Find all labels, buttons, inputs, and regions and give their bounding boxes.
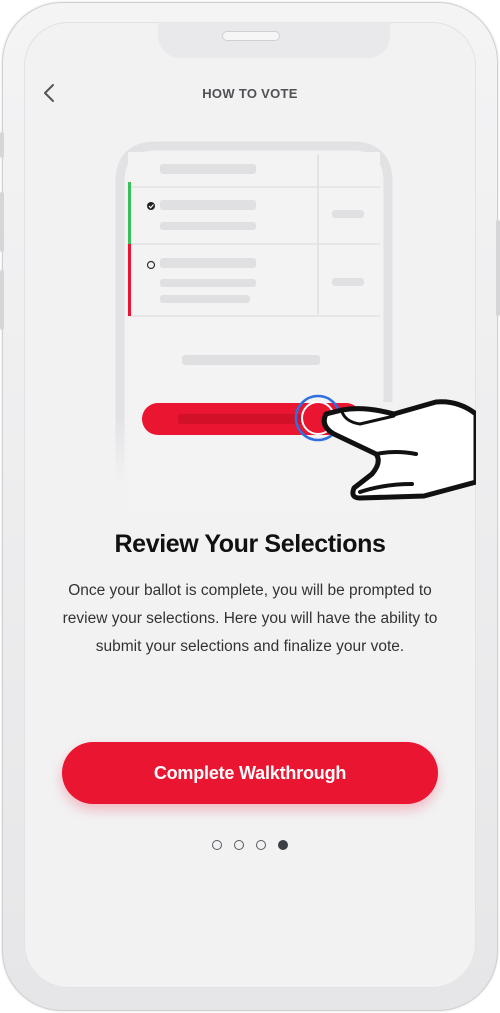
reject-indicator bbox=[128, 244, 131, 316]
slide-heading: Review Your Selections bbox=[114, 530, 386, 558]
page-dot-1[interactable] bbox=[212, 840, 222, 850]
checkmark-icon bbox=[147, 202, 155, 210]
slide-body: Once your ballot is complete, you will b… bbox=[62, 582, 438, 655]
pagination-dots bbox=[24, 840, 476, 850]
page-dot-2[interactable] bbox=[234, 840, 244, 850]
phone-screen: HOW TO VOTE Review Your Selections Once … bbox=[24, 22, 476, 988]
mute-switch bbox=[0, 132, 4, 158]
page-dot-3[interactable] bbox=[256, 840, 266, 850]
volume-down-button bbox=[0, 270, 4, 330]
complete-walkthrough-button[interactable]: Complete Walkthrough bbox=[62, 742, 438, 804]
power-button bbox=[496, 220, 500, 316]
ballot-illustration bbox=[115, 141, 476, 512]
page-dot-4[interactable] bbox=[278, 840, 288, 850]
volume-up-button bbox=[0, 192, 4, 252]
approve-indicator bbox=[128, 182, 131, 244]
